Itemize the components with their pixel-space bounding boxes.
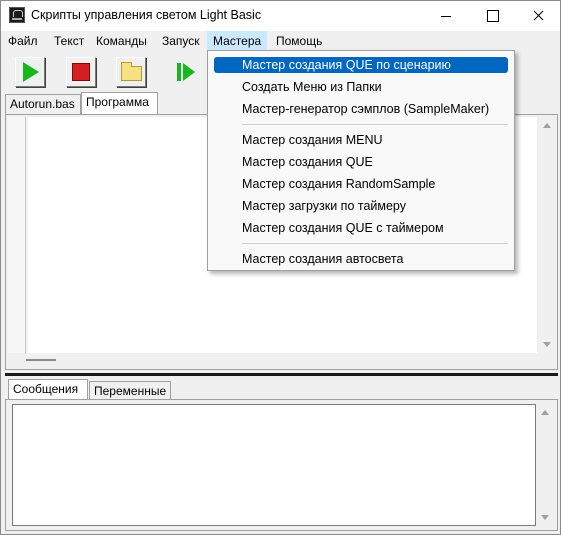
main-window: Скрипты управления светом Light Basic Фа…: [0, 0, 561, 535]
menu-commands[interactable]: Команды: [90, 31, 153, 51]
stop-button[interactable]: [66, 57, 96, 87]
window-title: Скрипты управления светом Light Basic: [31, 8, 262, 22]
panel-splitter[interactable]: [5, 373, 558, 376]
menu-separator: [242, 243, 508, 244]
messages-vertical-scrollbar[interactable]: [537, 404, 553, 526]
minimize-button[interactable]: [423, 1, 469, 31]
step-run-arrow-icon: [183, 63, 195, 81]
tab-variables[interactable]: Переменные: [89, 381, 171, 401]
scroll-down-icon[interactable]: [541, 515, 549, 520]
wizards-dropdown-menu: Мастер создания QUE по сценарию Создать …: [207, 50, 515, 271]
open-folder-icon: [121, 62, 142, 81]
menu-file[interactable]: Файл: [2, 31, 44, 51]
menu-item-menu-wizard[interactable]: Мастер создания MENU: [214, 132, 508, 148]
tab-autorun[interactable]: Autorun.bas: [5, 94, 81, 114]
scroll-up-icon[interactable]: [541, 410, 549, 415]
maximize-button[interactable]: [469, 1, 515, 31]
run-button[interactable]: [15, 57, 45, 87]
editor-vertical-scrollbar[interactable]: [539, 117, 555, 353]
menu-separator: [242, 124, 508, 125]
tab-messages[interactable]: Сообщения: [8, 379, 88, 399]
step-run-icon: [177, 63, 181, 81]
scroll-down-icon[interactable]: [543, 342, 551, 347]
menu-wizards[interactable]: Мастера: [207, 31, 268, 51]
menu-help[interactable]: Помощь: [270, 31, 328, 51]
editor-horizontal-scroll-thumb[interactable]: [26, 359, 56, 361]
menu-item-que-by-scenario[interactable]: Мастер создания QUE по сценарию: [214, 57, 508, 73]
menu-item-random-sample[interactable]: Мастер создания RandomSample: [214, 176, 508, 192]
menu-item-que-wizard[interactable]: Мастер создания QUE: [214, 154, 508, 170]
scroll-up-icon[interactable]: [543, 123, 551, 128]
title-bar[interactable]: Скрипты управления светом Light Basic: [1, 1, 560, 31]
menu-bar: Файл Текст Команды Запуск Мастера Помощь: [1, 31, 560, 51]
tab-program[interactable]: Программа: [81, 92, 158, 114]
messages-output[interactable]: [12, 404, 536, 526]
close-button[interactable]: [515, 1, 561, 31]
open-button[interactable]: [116, 57, 146, 87]
menu-item-timer-load[interactable]: Мастер загрузки по таймеру: [214, 198, 508, 214]
app-icon: [9, 7, 25, 23]
menu-item-autolight[interactable]: Мастер создания автосвета: [214, 251, 508, 267]
line-gutter: [8, 117, 26, 353]
menu-item-que-with-timer[interactable]: Мастер создания QUE с таймером: [214, 220, 508, 236]
menu-item-sample-maker[interactable]: Мастер-генератор сэмплов (SampleMaker): [214, 101, 508, 117]
run-icon: [23, 62, 39, 82]
stop-icon: [72, 63, 90, 81]
menu-item-menu-from-folder[interactable]: Создать Меню из Папки: [214, 79, 508, 95]
menu-run[interactable]: Запуск: [156, 31, 206, 51]
messages-panel: [5, 399, 558, 531]
menu-text[interactable]: Текст: [48, 31, 90, 51]
step-run-button[interactable]: [173, 57, 203, 87]
